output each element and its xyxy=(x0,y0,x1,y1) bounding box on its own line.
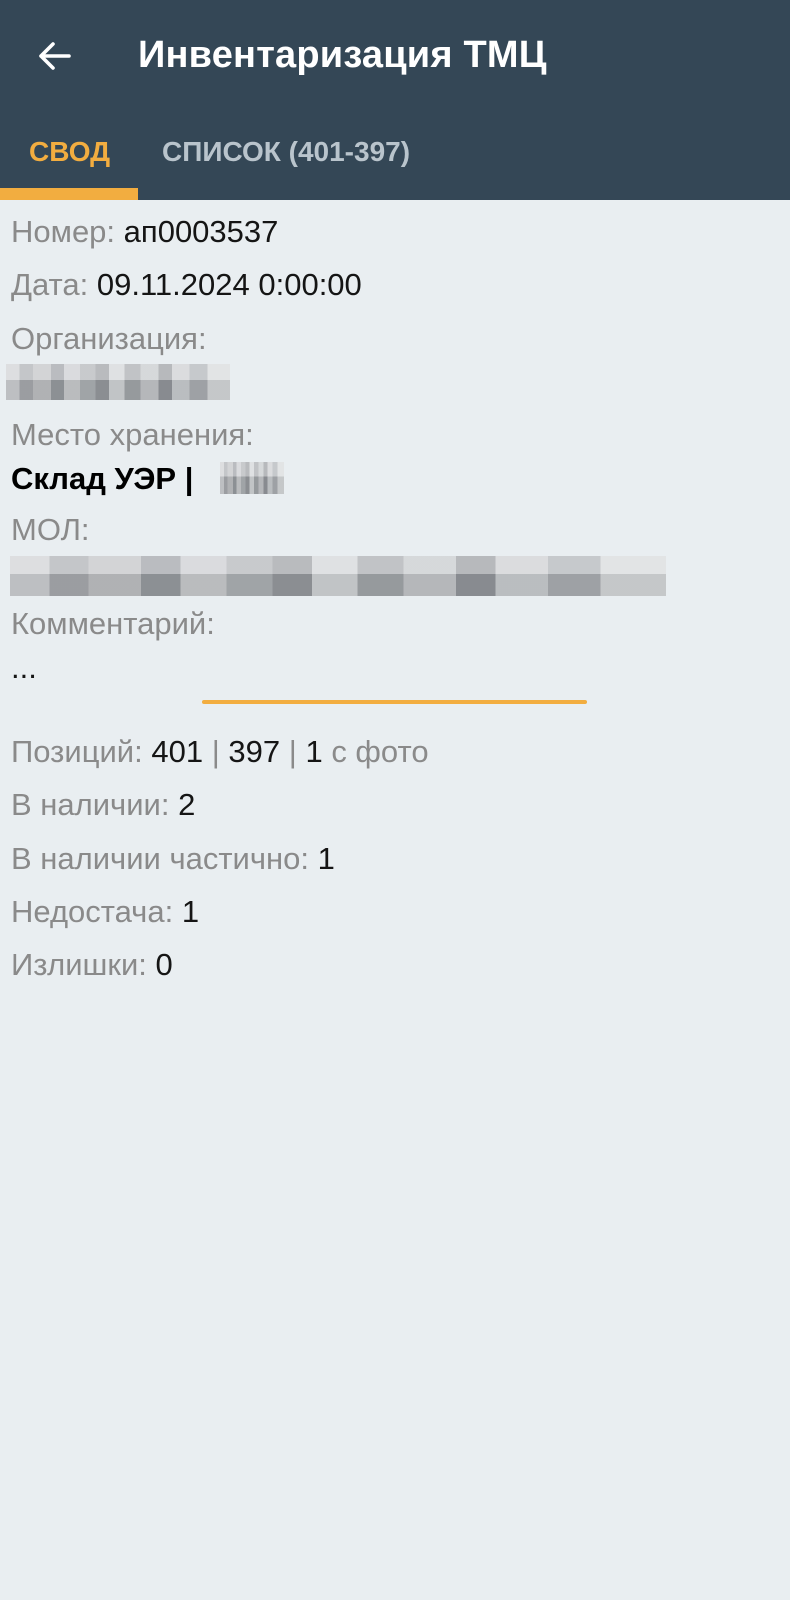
storage-value-redacted xyxy=(220,462,284,494)
number-row: Номер: ап0003537 xyxy=(11,214,278,250)
back-button[interactable] xyxy=(26,30,82,86)
number-value: ап0003537 xyxy=(123,214,279,249)
photos-count: 1 xyxy=(305,734,323,769)
in-stock-row: В наличии: 2 xyxy=(11,787,195,823)
date-label: Дата: xyxy=(11,267,89,302)
mol-value-redacted xyxy=(10,556,666,596)
positions-total: 401 xyxy=(151,734,204,769)
in-stock-value: 2 xyxy=(178,787,196,822)
organization-value-redacted xyxy=(6,364,230,400)
separator: | xyxy=(211,734,220,769)
section-divider xyxy=(202,700,587,704)
tab-summary[interactable]: СВОД xyxy=(29,136,110,168)
surplus-row: Излишки: 0 xyxy=(11,947,173,983)
comment-value: ... xyxy=(11,650,37,685)
shortage-value: 1 xyxy=(181,894,200,929)
page-title: Инвентаризация ТМЦ xyxy=(138,34,547,76)
organization-label: Организация: xyxy=(11,321,207,356)
storage-value: Склад УЭР | xyxy=(11,461,194,496)
arrow-left-icon xyxy=(37,41,71,76)
positions-checked: 397 xyxy=(228,734,281,769)
number-label: Номер: xyxy=(11,214,116,249)
app-bar: Инвентаризация ТМЦ СВОД СПИСОК (401-397) xyxy=(0,0,790,200)
photos-suffix: с фото xyxy=(331,734,429,769)
date-row: Дата: 09.11.2024 0:00:00 xyxy=(11,267,362,303)
partial-label: В наличии частично: xyxy=(11,841,309,876)
positions-label: Позиций: xyxy=(11,734,143,769)
shortage-label: Недостача: xyxy=(11,894,174,929)
separator: | xyxy=(288,734,297,769)
mol-label: МОЛ: xyxy=(11,512,90,547)
storage-label: Место хранения: xyxy=(11,417,254,452)
surplus-label: Излишки: xyxy=(11,947,147,982)
comment-label: Комментарий: xyxy=(11,606,215,641)
positions-row: Позиций: 401 | 397 | 1 с фото xyxy=(11,734,429,770)
surplus-value: 0 xyxy=(155,947,173,982)
partial-value: 1 xyxy=(317,841,335,876)
partial-row: В наличии частично: 1 xyxy=(11,841,335,877)
active-tab-indicator xyxy=(0,188,138,200)
shortage-row: Недостача: 1 xyxy=(11,894,199,930)
in-stock-label: В наличии: xyxy=(11,787,170,822)
date-value: 09.11.2024 0:00:00 xyxy=(96,267,362,302)
tab-list[interactable]: СПИСОК (401-397) xyxy=(162,136,410,168)
